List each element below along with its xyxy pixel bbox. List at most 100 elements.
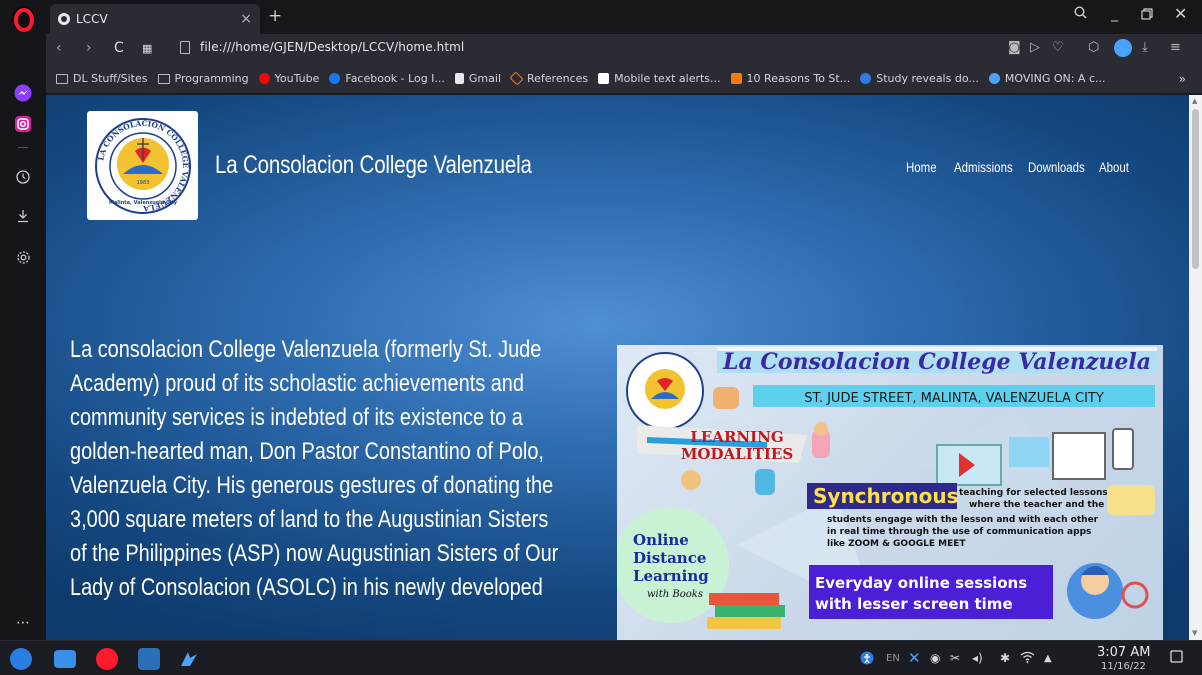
instagram-icon[interactable] (12, 113, 34, 135)
news-icon (860, 73, 872, 84)
banner-sync-text-4: in real time through the use of communic… (827, 527, 1091, 537)
update-icon[interactable]: ◉ (930, 651, 940, 665)
bookmark-label: MOVING ON: A c... (1004, 72, 1106, 85)
page-viewport: LA CONSOLACION COLLEGE VALENZUELA 1983 M… (46, 95, 1189, 640)
start-menu-icon[interactable] (10, 648, 32, 670)
taskbar: EN ✕ ◉ ✂ ◂) ✱ ▲ 3:07 AM 11/16/22 (0, 640, 1202, 675)
banner-sync-text-5: like ZOOM & GOOGLE MEET (827, 539, 966, 549)
banner-modalities-1: LEARNING (690, 428, 783, 446)
tab-bar: LCCV × + _ ✕ (46, 0, 1202, 34)
volume-icon[interactable]: ◂) (972, 651, 983, 665)
network-tool-icon[interactable]: ✕ (908, 649, 921, 667)
intro-line: La consolacion College Valenzuela (forme… (70, 336, 542, 363)
page-scrollbar[interactable]: ▲ ▼ (1189, 95, 1202, 640)
wifi-icon[interactable] (1020, 651, 1035, 666)
speed-dial-grid-icon[interactable]: ▦ (142, 42, 152, 55)
forward-icon[interactable]: › (86, 40, 92, 56)
bookmark-dl-stuff[interactable]: DL Stuff/Sites (56, 72, 148, 85)
file-manager-icon[interactable] (54, 650, 76, 668)
bookmark-programming[interactable]: Programming (157, 72, 249, 85)
back-icon[interactable]: ‹ (56, 40, 62, 56)
url-field[interactable]: file:///home/GJEN/Desktop/LCCV/home.html (200, 40, 464, 54)
profile-avatar[interactable] (1114, 39, 1132, 57)
reload-icon[interactable]: C (114, 40, 124, 56)
banner-everyday-2: with lesser screen time (815, 595, 1013, 613)
bookmark-facebook[interactable]: Facebook - Log I... (329, 72, 445, 85)
bookmark-label: DL Stuff/Sites (73, 72, 148, 85)
messenger-icon[interactable] (12, 82, 34, 104)
history-icon[interactable] (12, 166, 34, 188)
banner-odl-3: Learning (633, 567, 709, 585)
bookmark-heart-icon[interactable]: ♡ (1052, 40, 1064, 55)
vscode-icon[interactable] (138, 648, 160, 670)
bluetooth-icon[interactable]: ✱ (1000, 651, 1010, 665)
college-seal-logo[interactable]: LA CONSOLACION COLLEGE VALENZUELA 1983 M… (87, 111, 198, 220)
check-icon (730, 73, 742, 84)
youtube-icon (258, 73, 270, 84)
bookmark-label: YouTube (274, 72, 320, 85)
show-desktop-icon[interactable] (1170, 650, 1183, 666)
new-tab-plus-icon[interactable]: + (268, 6, 282, 26)
bookmark-label: Programming (174, 72, 249, 85)
accessibility-icon[interactable] (860, 651, 874, 668)
keyboard-layout-label[interactable]: EN (886, 653, 900, 664)
bookmark-youtube[interactable]: YouTube (258, 72, 320, 85)
bookmark-mobile-text-alerts[interactable]: Mobile text alerts... (598, 72, 721, 85)
design-app-icon[interactable] (178, 648, 200, 670)
file-icon (454, 73, 464, 84)
more-bookmarks-chevron-icon[interactable]: » (1179, 72, 1186, 86)
intro-line: Lady of Consolacion (ASOLC) in his newly… (70, 574, 543, 601)
scroll-thumb[interactable] (1192, 109, 1199, 269)
banner-heading: La Consolacion College Valenzuela (722, 349, 1151, 375)
bookmark-gmail[interactable]: Gmail (454, 72, 501, 85)
more-options-icon[interactable]: ⋯ (12, 612, 34, 634)
nav-admissions[interactable]: Admissions (954, 159, 1013, 175)
tab-lccv[interactable]: LCCV × (50, 4, 260, 34)
intro-paragraph: La consolacion College Valenzuela (forme… (70, 333, 630, 605)
intro-line: 3,000 square meters of land to the Augus… (70, 506, 549, 533)
bookmark-label: Study reveals do... (876, 72, 979, 85)
minimize-icon[interactable]: _ (1111, 6, 1118, 22)
nav-home[interactable]: Home (906, 159, 937, 175)
opera-sidebar: ⋯ (0, 0, 46, 640)
bookmark-10-reasons[interactable]: 10 Reasons To St... (730, 72, 850, 85)
clock-date[interactable]: 11/16/22 (1101, 661, 1146, 672)
restore-window-icon[interactable] (1141, 8, 1153, 24)
banner-odl-1: Online (633, 531, 689, 549)
close-window-icon[interactable]: ✕ (1174, 4, 1187, 23)
bookmark-moving-on[interactable]: MOVING ON: A c... (988, 72, 1106, 85)
clipboard-scissors-icon[interactable]: ✂ (950, 651, 960, 665)
send-icon[interactable]: ▷ (1030, 40, 1040, 55)
stack-icon (509, 71, 524, 86)
scroll-up-icon[interactable]: ▲ (1192, 97, 1197, 105)
banner-modalities-2: MODALITIES (681, 445, 793, 463)
tab-title: LCCV (76, 12, 108, 26)
easy-setup-icon[interactable]: ≡ (1170, 40, 1181, 55)
folder-icon (157, 73, 170, 84)
clock-time[interactable]: 3:07 AM (1097, 645, 1150, 660)
settings-gear-icon[interactable] (12, 246, 34, 268)
seal-place: Malinta, Valenzuela City (108, 200, 177, 206)
opera-browser-icon[interactable] (96, 648, 118, 670)
bookmarks-bar: DL Stuff/Sites Programming YouTube Faceb… (46, 64, 1202, 94)
search-tabs-icon[interactable] (1074, 6, 1087, 23)
intro-line: Academy) proud of its scholastic achieve… (70, 370, 524, 397)
download-icon[interactable]: ⤓ (1142, 40, 1148, 55)
tab-close-icon[interactable]: × (240, 11, 252, 27)
intro-line: community services is indebted of its ex… (70, 404, 523, 431)
nav-about[interactable]: About (1099, 159, 1129, 175)
bookmark-study-reveals[interactable]: Study reveals do... (860, 72, 979, 85)
intro-line: Valenzuela City. His generous gestures o… (70, 472, 554, 499)
opera-menu-icon[interactable] (11, 6, 35, 32)
bookmark-references[interactable]: References (509, 71, 588, 86)
diamond-icon (988, 73, 1000, 84)
downloads-icon[interactable] (12, 205, 34, 227)
snapshot-camera-icon[interactable]: ◙ (1008, 40, 1021, 55)
banner-everyday-1: Everyday online sessions (815, 574, 1027, 592)
wikipedia-icon (598, 73, 610, 84)
scroll-down-icon[interactable]: ▼ (1192, 629, 1197, 637)
address-bar: ‹ › C ▦ file:///home/GJEN/Desktop/LCCV/h… (46, 34, 1202, 64)
nav-downloads[interactable]: Downloads (1028, 159, 1085, 175)
extensions-cube-icon[interactable]: ⬡ (1088, 40, 1099, 55)
tray-expand-chevron-icon[interactable]: ▲ (1044, 653, 1052, 664)
